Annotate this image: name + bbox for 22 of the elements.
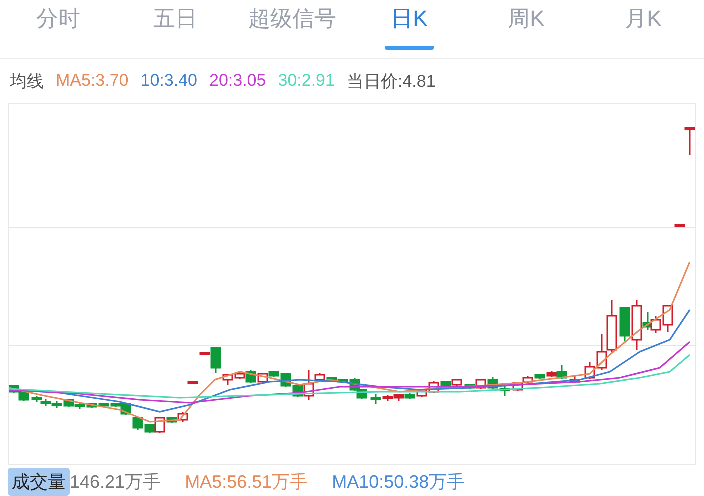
chart-tab[interactable]: 日K (385, 0, 434, 50)
volume-indicator-button[interactable]: 成交量 (8, 468, 70, 496)
legend-title: 均线 (10, 70, 44, 92)
moving-average-value: MA5:3.70 (56, 71, 129, 91)
volume-average-value: MA5:56.51万手 (185, 471, 308, 494)
moving-average-value: 20:3.05 (210, 71, 266, 91)
chart-tab[interactable]: 月K (619, 0, 668, 50)
chart-tab[interactable]: 分时 (30, 0, 86, 50)
candlestick (500, 386, 510, 396)
moving-average-value: 30:2.91 (278, 71, 335, 91)
candlestick (488, 377, 498, 389)
candlestick (570, 375, 580, 383)
moving-average-value: 10:3.40 (140, 71, 198, 91)
chart-tab[interactable]: 五日 (148, 0, 204, 50)
chart-tab[interactable]: 周K (502, 0, 551, 50)
chart-tab[interactable]: 超级信号 (242, 0, 342, 50)
candlestick (188, 381, 198, 384)
current-price: 当日价:4.81 (346, 70, 436, 92)
candlestick (684, 127, 695, 155)
volume-value: 146.21万手 (70, 471, 162, 494)
candlestick (674, 224, 686, 228)
volume-average-value: MA10:50.38万手 (332, 471, 466, 494)
